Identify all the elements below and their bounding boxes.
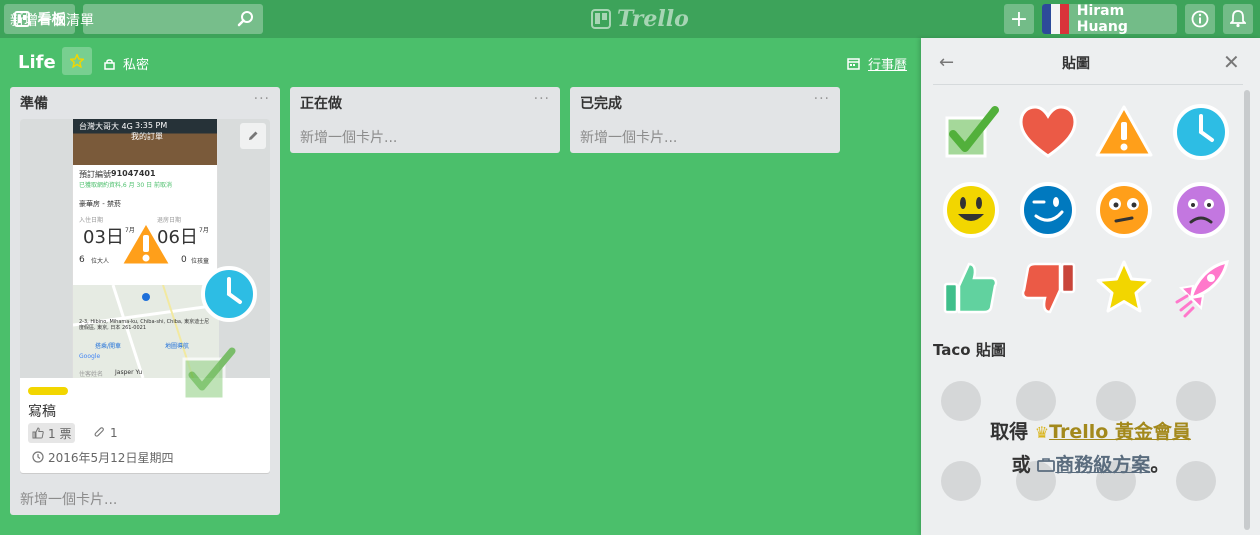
children-count: 0 bbox=[181, 255, 187, 265]
upgrade-message: 取得 ♛Trello 黃金會員 或 商務級方案。 bbox=[921, 416, 1260, 481]
thumbs-up-icon bbox=[32, 427, 44, 439]
panel-divider bbox=[933, 84, 1243, 85]
avatar bbox=[1042, 4, 1069, 34]
search-input[interactable] bbox=[83, 4, 263, 34]
privacy-button[interactable]: 私密 bbox=[104, 54, 149, 73]
adults-count: 6 bbox=[79, 255, 85, 265]
upsell-suffix: 。 bbox=[1150, 454, 1170, 476]
notifications-button[interactable] bbox=[1223, 4, 1253, 34]
top-header: 看板 Trello + Hiram Huang bbox=[0, 0, 1260, 38]
heart-sticker[interactable] bbox=[1018, 102, 1078, 162]
upsell-or: 或 bbox=[1011, 454, 1031, 476]
check-sticker[interactable] bbox=[941, 102, 1001, 162]
card-writing[interactable]: 台灣大哥大 4G 3:35 PM 我的訂單 預訂編號 91047401 已獲取網… bbox=[20, 119, 270, 473]
phone-status: 台灣大哥大 4G bbox=[79, 122, 133, 131]
user-name: Hiram Huang bbox=[1076, 3, 1128, 35]
room-type: 豪華房 - 禁菸 bbox=[79, 200, 121, 208]
guest-label: 住客姓名 bbox=[79, 371, 104, 378]
adults-label: 位大人 bbox=[91, 258, 110, 265]
guest-name: Jasper Yu bbox=[115, 369, 143, 376]
address: 2-3, Hibino, Mihama-ku, Chiba-shi, Chiba… bbox=[79, 319, 210, 331]
add-button[interactable]: + bbox=[1004, 4, 1034, 34]
member-menu-button[interactable]: Hiram Huang bbox=[1042, 3, 1177, 35]
plus-icon: + bbox=[1009, 6, 1029, 32]
pencil-icon bbox=[249, 131, 258, 140]
thumbsup-sticker[interactable] bbox=[941, 258, 1001, 318]
logo-text: Trello bbox=[617, 6, 689, 32]
due-date-text: 2016年5月12日星期四 bbox=[48, 450, 174, 465]
clock-sticker bbox=[201, 266, 257, 322]
list-done: 已完成 ··· 新增一個卡片... bbox=[570, 87, 840, 153]
add-list-label: 新增一個清單 bbox=[10, 13, 94, 29]
business-link[interactable]: 商務級方案 bbox=[1055, 454, 1150, 476]
star-button[interactable] bbox=[62, 47, 92, 75]
list-title[interactable]: 已完成 bbox=[580, 93, 622, 113]
huh-sticker[interactable] bbox=[1094, 180, 1154, 240]
attachment-count: 1 bbox=[110, 426, 118, 440]
search-icon bbox=[237, 11, 253, 27]
add-card-button[interactable]: 新增一個卡片... bbox=[20, 489, 117, 509]
card-title: 寫稿 bbox=[28, 404, 56, 420]
yellow-label bbox=[28, 387, 68, 395]
info-icon bbox=[1191, 10, 1209, 28]
vote-count: 1 票 bbox=[48, 426, 72, 441]
briefcase-icon bbox=[1037, 458, 1056, 472]
trello-logo-icon bbox=[591, 9, 611, 29]
crown-icon: ♛ bbox=[1034, 423, 1050, 442]
phone-title: 我的訂單 bbox=[131, 132, 163, 141]
warning-sticker bbox=[119, 220, 173, 267]
calendar-button[interactable]: 行事曆 bbox=[847, 54, 907, 73]
info-button[interactable] bbox=[1185, 4, 1215, 34]
bell-icon bbox=[1230, 10, 1246, 28]
upsell-prefix: 取得 bbox=[990, 421, 1029, 443]
add-card-button[interactable]: 新增一個卡片... bbox=[580, 127, 677, 147]
smile-sticker[interactable] bbox=[941, 180, 1001, 240]
privacy-label: 私密 bbox=[123, 58, 150, 73]
booking-label: 預訂編號 bbox=[79, 170, 111, 179]
card-edit-button[interactable] bbox=[240, 123, 266, 149]
map-provider: Google bbox=[79, 353, 101, 360]
laugh-sticker[interactable] bbox=[1018, 180, 1078, 240]
phone-time: 3:35 PM bbox=[135, 121, 168, 130]
lock-icon bbox=[104, 58, 115, 70]
booking-number: 91047401 bbox=[111, 169, 156, 178]
rocketship-sticker[interactable] bbox=[1171, 258, 1231, 318]
board-title[interactable]: Life bbox=[18, 52, 56, 73]
list-title[interactable]: 正在做 bbox=[300, 93, 342, 113]
month-note-out: 7月 bbox=[199, 227, 209, 234]
calendar-label: 行事曆 bbox=[868, 58, 908, 73]
list-title[interactable]: 準備 bbox=[20, 93, 48, 113]
directions-link: 搭乘/開車 bbox=[95, 343, 122, 350]
calendar-icon bbox=[847, 58, 860, 70]
due-date-badge: 2016年5月12日星期四 bbox=[28, 447, 177, 467]
list-menu-button[interactable]: ··· bbox=[534, 91, 550, 107]
sticker-panel: ← 貼圖 ✕ Taco 貼圖 取得 ♛Trello 黃金會員 或 商務級方案。 bbox=[921, 38, 1260, 535]
frown-sticker[interactable] bbox=[1171, 180, 1231, 240]
star-icon bbox=[70, 54, 84, 68]
clock-icon bbox=[32, 451, 44, 463]
list-menu-button[interactable]: ··· bbox=[254, 91, 270, 107]
paperclip-icon bbox=[94, 427, 104, 437]
add-card-button[interactable]: 新增一個卡片... bbox=[300, 127, 397, 147]
gold-link[interactable]: Trello 黃金會員 bbox=[1049, 421, 1191, 443]
star-sticker[interactable] bbox=[1094, 258, 1154, 318]
vote-badge: 1 票 bbox=[28, 423, 76, 443]
clock-sticker[interactable] bbox=[1171, 102, 1231, 162]
list-doing: 正在做 ··· 新增一個卡片... bbox=[290, 87, 560, 153]
warning-sticker[interactable] bbox=[1094, 102, 1154, 162]
panel-title: 貼圖 bbox=[1062, 56, 1090, 72]
list-prepare: 準備 ··· 台灣大哥大 4G 3:35 PM 我的訂單 預訂編號 910474… bbox=[10, 87, 280, 515]
close-icon[interactable]: ✕ bbox=[1223, 50, 1240, 74]
taco-stickers-title: Taco 貼圖 bbox=[933, 341, 1006, 359]
booking-note: 已獲取網約資料,6 月 30 日 前取消 bbox=[79, 182, 172, 189]
trello-logo[interactable]: Trello bbox=[591, 6, 689, 32]
thumbsdown-sticker[interactable] bbox=[1018, 258, 1078, 318]
attachment-badge: 1 bbox=[90, 423, 122, 443]
check-sticker bbox=[182, 347, 236, 401]
children-label: 位孩童 bbox=[191, 258, 210, 265]
list-menu-button[interactable]: ··· bbox=[814, 91, 830, 107]
